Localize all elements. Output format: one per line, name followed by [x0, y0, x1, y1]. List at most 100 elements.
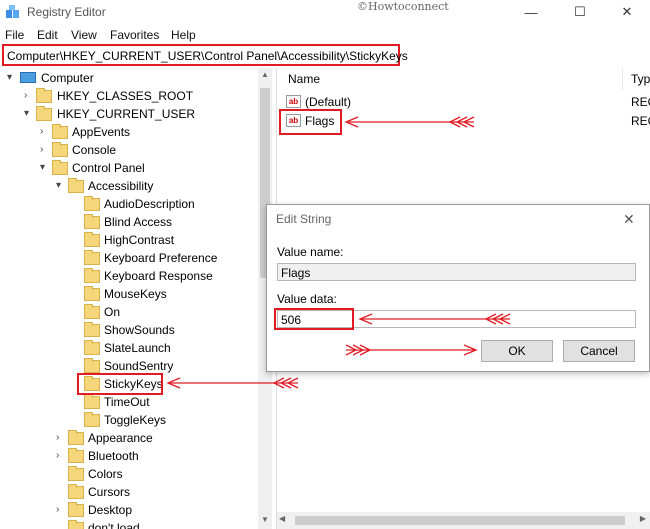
- tree-label: Keyboard Preference: [104, 251, 218, 265]
- tree-label: don't load: [88, 521, 140, 529]
- menu-bar: File Edit View Favorites Help: [0, 26, 650, 44]
- close-button[interactable]: ✕: [604, 0, 650, 24]
- flags-highlight: [279, 109, 342, 135]
- tree-label: Colors: [88, 467, 123, 481]
- maximize-button[interactable]: ☐: [557, 0, 603, 24]
- tree-label: ToggleKeys: [104, 413, 167, 427]
- value-name-label: Value name:: [277, 245, 344, 259]
- tree-label: Desktop: [88, 503, 133, 517]
- cancel-button[interactable]: Cancel: [563, 340, 635, 362]
- value-data-highlight: [274, 308, 354, 330]
- chevron-right-icon[interactable]: ›: [56, 505, 66, 515]
- folder-icon: [68, 484, 84, 499]
- folder-icon: [36, 106, 52, 121]
- folder-icon: [68, 430, 84, 445]
- folder-icon: [84, 412, 100, 427]
- folder-icon: [68, 502, 84, 517]
- close-icon: ✕: [621, 4, 633, 19]
- ok-button[interactable]: OK: [481, 340, 553, 362]
- dialog-title: Edit String: [276, 212, 332, 226]
- tree-label: Console: [72, 143, 117, 157]
- menu-help[interactable]: Help: [171, 28, 196, 42]
- value-type: REG: [631, 95, 650, 109]
- values-h-scrollbar[interactable]: ◀ ▶: [277, 512, 650, 529]
- column-header-name[interactable]: Name: [288, 72, 320, 86]
- watermark: ©Howtoconnect: [357, 0, 449, 13]
- folder-icon: [84, 340, 100, 355]
- string-value-icon: ab: [286, 95, 301, 108]
- folder-icon: [68, 448, 84, 463]
- folder-icon: [68, 178, 84, 193]
- scroll-left-icon[interactable]: ◀: [279, 514, 285, 523]
- chevron-down-icon[interactable]: ▾: [40, 163, 50, 173]
- key-tree: ▾ Computer › HKEY_CLASSES_ROOT ▾ HKEY_CU…: [0, 68, 272, 529]
- maximize-icon: ☐: [574, 4, 586, 19]
- chevron-down-icon[interactable]: ▾: [24, 109, 34, 119]
- tree-label: AppEvents: [72, 125, 131, 139]
- scroll-down-icon[interactable]: ▼: [258, 513, 272, 527]
- chevron-right-icon[interactable]: ›: [56, 451, 66, 461]
- h-scroll-thumb[interactable]: [295, 516, 625, 525]
- window-title: Registry Editor: [27, 5, 106, 19]
- tree-label: On: [104, 305, 121, 319]
- folder-icon: [84, 232, 100, 247]
- tree-label: MouseKeys: [104, 287, 167, 301]
- menu-file[interactable]: File: [5, 28, 24, 42]
- tree-label: HKEY_CURRENT_USER: [57, 107, 196, 121]
- tree-label: Accessibility: [88, 179, 154, 193]
- chevron-right-icon[interactable]: ›: [24, 91, 34, 101]
- computer-icon: [20, 72, 36, 83]
- tree-label: Keyboard Response: [104, 269, 213, 283]
- tree-label: Control Panel: [72, 161, 145, 175]
- scroll-right-icon[interactable]: ▶: [640, 514, 646, 523]
- title-bar: Registry Editor ©Howtoconnect — ☐ ✕: [0, 0, 650, 26]
- address-text: Computer\HKEY_CURRENT_USER\Control Panel…: [7, 49, 408, 63]
- folder-icon: [84, 358, 100, 373]
- tree-label: HighContrast: [104, 233, 175, 247]
- folder-icon: [84, 250, 100, 265]
- folder-icon: [84, 304, 100, 319]
- chevron-right-icon[interactable]: ›: [40, 145, 50, 155]
- value-data-label: Value data:: [277, 292, 337, 306]
- menu-favorites[interactable]: Favorites: [110, 28, 159, 42]
- tree-label: TimeOut: [104, 395, 150, 409]
- folder-icon: [68, 466, 84, 481]
- minimize-button[interactable]: —: [508, 0, 554, 24]
- minimize-icon: —: [524, 4, 538, 20]
- folder-icon: [84, 268, 100, 283]
- menu-view[interactable]: View: [71, 28, 97, 42]
- address-bar[interactable]: Computer\HKEY_CURRENT_USER\Control Panel…: [2, 44, 408, 66]
- tree-label: AudioDescription: [104, 197, 195, 211]
- column-header-type[interactable]: Typ: [631, 72, 650, 86]
- value-type: REG: [631, 114, 650, 128]
- scroll-up-icon[interactable]: ▲: [258, 68, 272, 82]
- folder-icon: [52, 142, 68, 157]
- tree-label: HKEY_CLASSES_ROOT: [57, 89, 194, 103]
- chevron-right-icon[interactable]: ›: [56, 433, 66, 443]
- chevron-right-icon[interactable]: ›: [40, 127, 50, 137]
- tree-label: SoundSentry: [104, 359, 174, 373]
- folder-icon: [52, 124, 68, 139]
- folder-icon: [52, 160, 68, 175]
- chevron-down-icon[interactable]: ▾: [56, 181, 66, 191]
- menu-edit[interactable]: Edit: [37, 28, 58, 42]
- chevron-down-icon[interactable]: ▾: [7, 73, 17, 83]
- folder-icon: [84, 394, 100, 409]
- tree-label: Blind Access: [104, 215, 173, 229]
- folder-icon: [84, 196, 100, 211]
- registry-editor-icon: [6, 5, 19, 18]
- folder-icon: [36, 88, 52, 103]
- folder-icon: [84, 214, 100, 229]
- tree-label: Bluetooth: [88, 449, 139, 463]
- value-name-field: Flags: [277, 263, 636, 281]
- tree-label: Computer: [41, 71, 94, 85]
- edit-string-dialog: Edit String ✕ Value name: Flags Value da…: [266, 204, 650, 372]
- stickykeys-highlight: [77, 373, 163, 395]
- column-separator[interactable]: [622, 68, 623, 90]
- folder-icon: [84, 286, 100, 301]
- value-name-text: Flags: [281, 266, 311, 280]
- dialog-close-icon[interactable]: ✕: [623, 211, 635, 228]
- tree-label: Appearance: [88, 431, 153, 445]
- tree-label: ShowSounds: [104, 323, 175, 337]
- tree-label: SlateLaunch: [104, 341, 171, 355]
